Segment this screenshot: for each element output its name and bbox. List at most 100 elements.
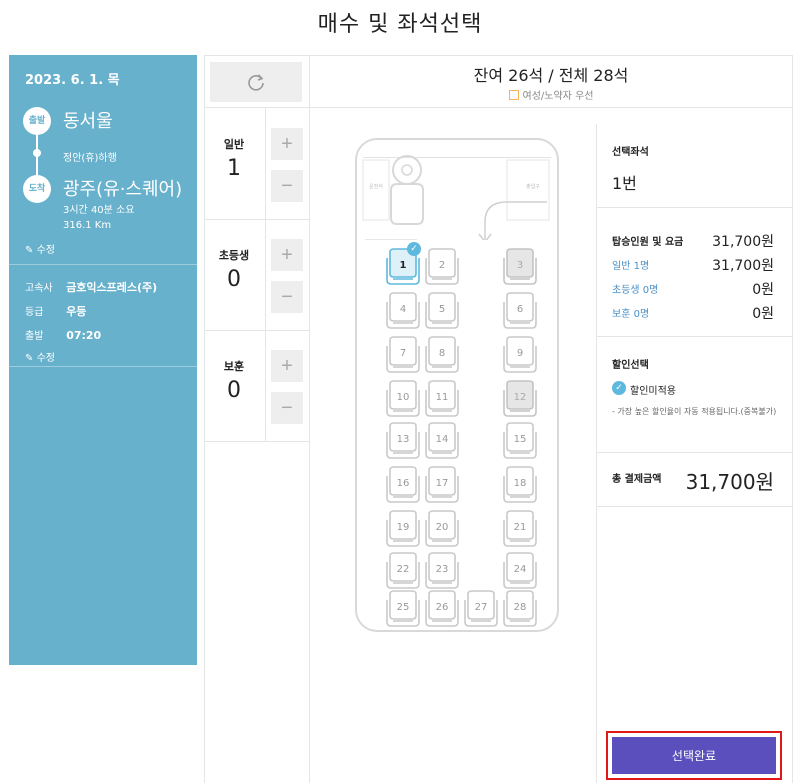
refresh-icon xyxy=(248,74,264,91)
seat-number: 5 xyxy=(438,304,446,315)
discount-note: - 가장 높은 할인율이 자동 적용됩니다.(중복불가) xyxy=(612,407,777,416)
seat-2[interactable]: 2 xyxy=(424,248,460,286)
panel-divider xyxy=(597,452,792,453)
seat-number: 6 xyxy=(516,304,524,315)
seat-7[interactable]: 7 xyxy=(385,336,421,374)
seat-13[interactable]: 13 xyxy=(385,422,421,460)
seat-17[interactable]: 17 xyxy=(424,466,460,504)
edit-schedule-link[interactable]: ✎ 수정 xyxy=(25,349,55,364)
seat-14[interactable]: 14 xyxy=(424,422,460,460)
seat-23[interactable]: 23 xyxy=(424,552,460,590)
bus-seat-map: 운전석 출입구 1 ✓ 2 3 4 5 6 7 8 9 10 11 12 13 14 15 16 17 18 19 20… xyxy=(355,138,559,632)
seat-21[interactable]: 21 xyxy=(502,510,538,548)
decrement-button[interactable]: − xyxy=(271,392,303,424)
edit-label: 수정 xyxy=(36,353,55,364)
seat-19[interactable]: 19 xyxy=(385,510,421,548)
fare-label: 보훈 0명 xyxy=(612,309,650,320)
selected-seat-title: 선택좌석 xyxy=(612,147,649,158)
seat-number: 2 xyxy=(438,260,446,271)
driver-label: 운전석 xyxy=(369,183,383,190)
seat-number: 28 xyxy=(513,602,527,613)
frame-border xyxy=(792,55,793,783)
via-stop: 정안(휴)하행 xyxy=(63,153,117,164)
increment-button[interactable]: + xyxy=(271,128,303,160)
company-row: 고속사 금호익스프레스(주) xyxy=(25,279,157,295)
increment-button[interactable]: + xyxy=(271,350,303,382)
total-amount: 31,700원 xyxy=(685,470,774,494)
depart-time: 07:20 xyxy=(66,329,102,342)
door-label: 출입구 xyxy=(526,183,540,190)
grade-row: 등급 우등 xyxy=(25,303,86,319)
seat-1[interactable]: 1 ✓ xyxy=(385,242,421,286)
seat-number: 10 xyxy=(396,392,410,403)
counter-divider xyxy=(204,441,309,442)
seat-22[interactable]: 22 xyxy=(385,552,421,590)
seat-number: 20 xyxy=(435,522,449,533)
seat-11[interactable]: 11 xyxy=(424,380,460,418)
seat-number: 7 xyxy=(399,348,407,359)
edit-label: 수정 xyxy=(36,245,55,256)
seat-8[interactable]: 8 xyxy=(424,336,460,374)
seat-number: 27 xyxy=(474,602,488,613)
pencil-icon: ✎ xyxy=(25,353,34,364)
arrival-city: 광주(유·스퀘어) xyxy=(63,179,183,200)
seat-12: 12 xyxy=(502,380,538,418)
decrement-button[interactable]: − xyxy=(271,170,303,202)
counter-value: 0 xyxy=(227,267,241,292)
column-divider xyxy=(309,55,310,783)
fare-title: 탑승인원 및 요금 xyxy=(612,237,684,248)
seat-25[interactable]: 25 xyxy=(385,590,421,628)
checkmark-icon: ✓ xyxy=(407,242,421,256)
seat-28[interactable]: 28 xyxy=(502,590,538,628)
panel-divider xyxy=(597,336,792,337)
company-key: 고속사 xyxy=(25,283,53,294)
seat-number: 9 xyxy=(516,348,524,359)
seat-number: 8 xyxy=(438,348,446,359)
counter-label: 보훈 xyxy=(223,360,245,373)
seat-number: 14 xyxy=(435,434,449,445)
legend-label: 여성/노약자 우선 xyxy=(522,91,594,102)
via-dot xyxy=(33,149,41,157)
seat-6[interactable]: 6 xyxy=(502,292,538,330)
checkmark-icon[interactable]: ✓ xyxy=(612,381,626,395)
seat-number: 13 xyxy=(396,434,410,445)
seat-number: 26 xyxy=(435,602,449,613)
seat-26[interactable]: 26 xyxy=(424,590,460,628)
seat-27[interactable]: 27 xyxy=(463,590,499,628)
refresh-button[interactable] xyxy=(210,62,302,102)
confirm-button[interactable]: 선택완료 xyxy=(612,737,776,774)
arrival-badge: 도착 xyxy=(23,175,51,203)
seat-10[interactable]: 10 xyxy=(385,380,421,418)
seat-5[interactable]: 5 xyxy=(424,292,460,330)
seat-number: 12 xyxy=(513,392,527,403)
seat-number: 3 xyxy=(516,260,524,271)
frame-border xyxy=(204,55,793,56)
trip-distance: 316.1 Km xyxy=(63,220,112,231)
fare-label: 일반 1명 xyxy=(612,261,650,272)
counter-veteran: 보훈 0 + − xyxy=(204,330,309,442)
seat-legend: 여성/노약자 우선 xyxy=(310,87,792,102)
seat-15[interactable]: 15 xyxy=(502,422,538,460)
seat-number: 1 xyxy=(399,260,407,271)
seat-24[interactable]: 24 xyxy=(502,552,538,590)
fare-value: 31,700원 xyxy=(712,258,774,274)
decrement-button[interactable]: − xyxy=(271,281,303,313)
edit-route-link[interactable]: ✎ 수정 xyxy=(25,241,55,256)
departure-badge: 출발 xyxy=(23,107,51,135)
seat-16[interactable]: 16 xyxy=(385,466,421,504)
discount-option[interactable]: 할인미적용 xyxy=(630,382,676,397)
seat-4[interactable]: 4 xyxy=(385,292,421,330)
seat-9[interactable]: 9 xyxy=(502,336,538,374)
seat-18[interactable]: 18 xyxy=(502,466,538,504)
seat-number: 16 xyxy=(396,478,410,489)
company-value: 금호익스프레스(주) xyxy=(66,281,158,294)
seat-20[interactable]: 20 xyxy=(424,510,460,548)
counter-label: 일반 xyxy=(223,138,245,151)
pencil-icon: ✎ xyxy=(25,245,34,256)
driver-area: 운전석 출입구 xyxy=(362,155,550,240)
increment-button[interactable]: + xyxy=(271,239,303,271)
seat-number: 4 xyxy=(399,304,407,315)
priority-seat-swatch xyxy=(508,90,519,100)
seat-number: 17 xyxy=(435,478,449,489)
fare-value: 0원 xyxy=(752,306,774,322)
